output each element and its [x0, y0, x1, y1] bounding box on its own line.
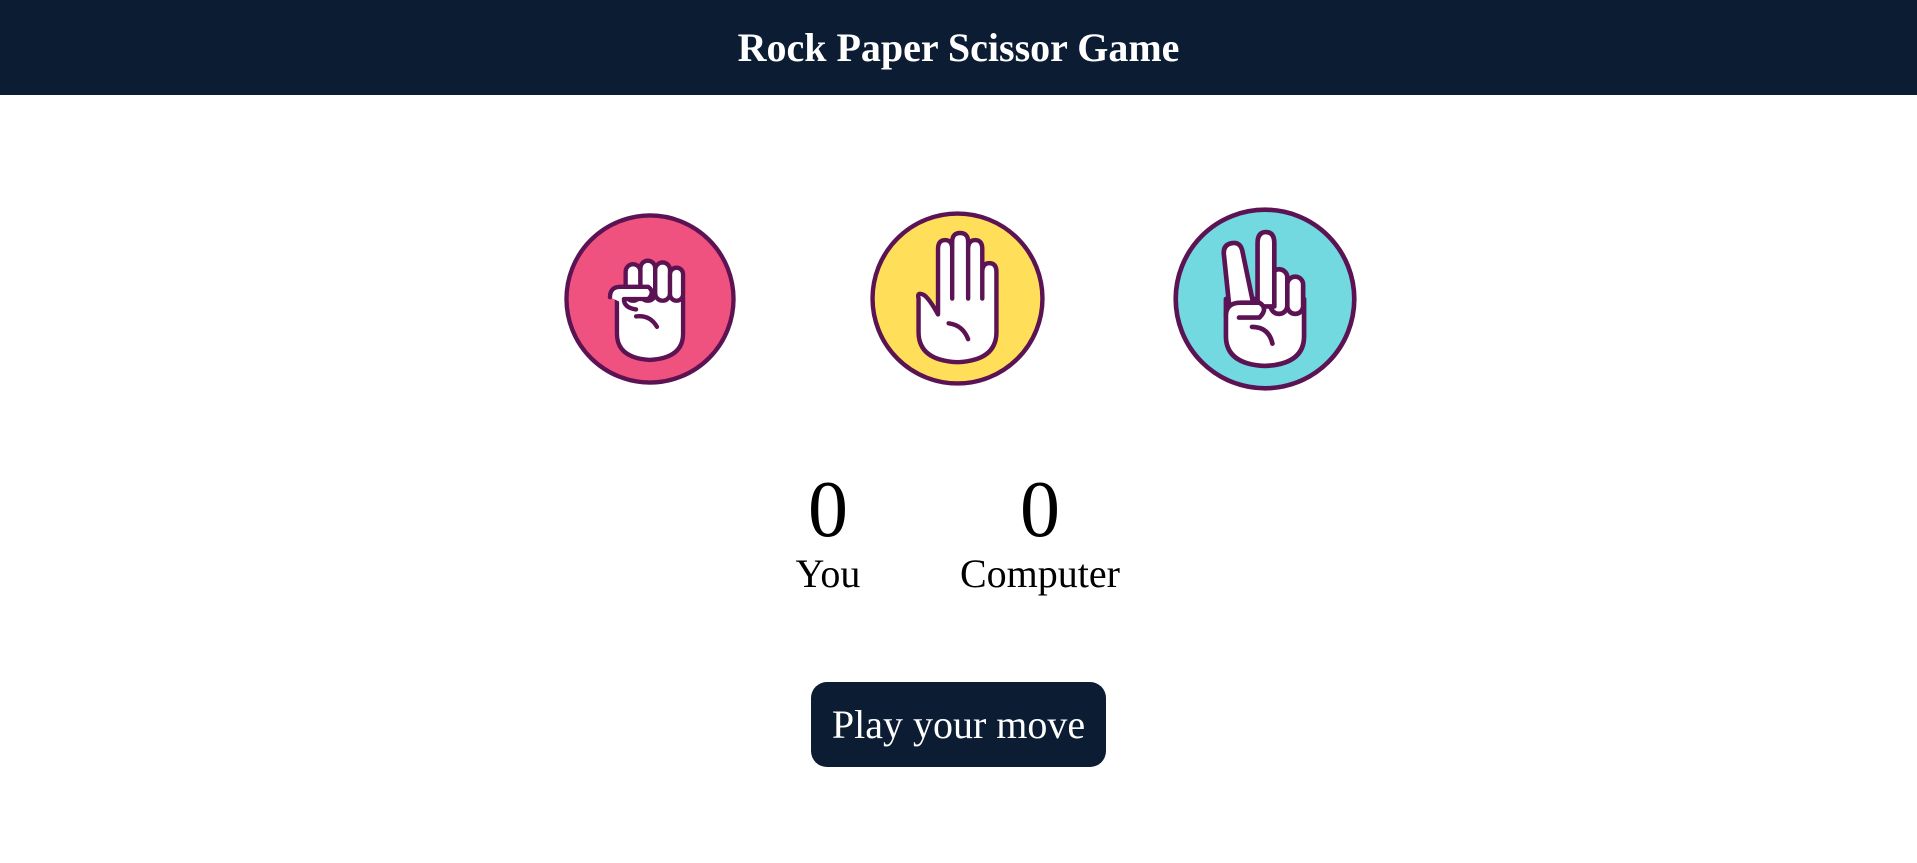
scissors-choice-button[interactable]	[1172, 206, 1358, 392]
page-title: Rock Paper Scissor Game	[737, 24, 1180, 70]
computer-score-block: 0 Computer	[940, 470, 1140, 596]
open-hand-icon	[870, 211, 1045, 386]
user-score-block: 0 You	[778, 470, 878, 596]
rock-choice-button[interactable]	[563, 212, 737, 386]
fist-icon	[564, 213, 736, 385]
user-score-label: You	[795, 551, 861, 596]
paper-choice-button[interactable]	[869, 210, 1046, 387]
navbar: Rock Paper Scissor Game	[0, 0, 1917, 95]
computer-score-label: Computer	[960, 551, 1120, 596]
computer-score: 0	[1020, 466, 1060, 554]
play-message: Play your move	[811, 682, 1106, 767]
user-score: 0	[808, 466, 848, 554]
peace-hand-icon	[1173, 207, 1357, 391]
